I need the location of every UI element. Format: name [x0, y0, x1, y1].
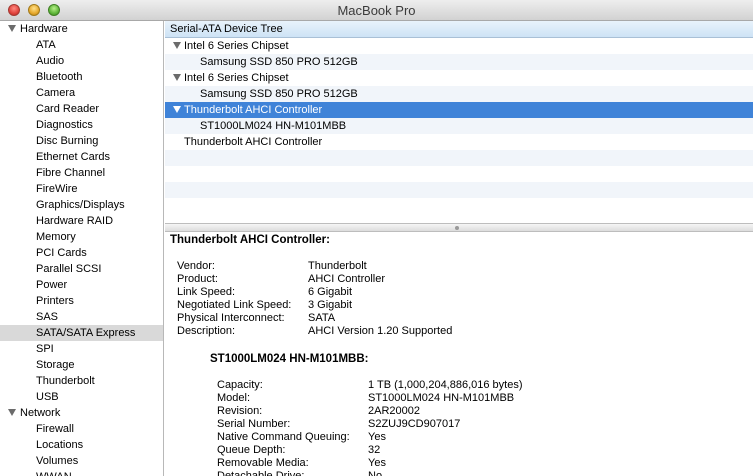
- tree-row-label: Intel 6 Series Chipset: [184, 72, 289, 84]
- sidebar-item-ethernet-cards[interactable]: Ethernet Cards: [0, 149, 163, 165]
- tree-empty-row: [165, 166, 753, 182]
- tree-row[interactable]: Samsung SSD 850 PRO 512GB: [165, 86, 753, 102]
- property-value: AHCI Controller: [308, 273, 386, 285]
- tree-empty-row: [165, 150, 753, 166]
- sidebar-item-diagnostics[interactable]: Diagnostics: [0, 117, 163, 133]
- sidebar-group-network[interactable]: Network: [0, 405, 163, 421]
- sidebar-item-camera[interactable]: Camera: [0, 85, 163, 101]
- property-value: 6 Gigabit: [308, 286, 353, 298]
- tree-row[interactable]: Thunderbolt AHCI Controller: [165, 134, 753, 150]
- property-value: AHCI Version 1.20 Supported: [308, 325, 453, 337]
- sidebar-item-hardware-raid[interactable]: Hardware RAID: [0, 213, 163, 229]
- title-bar: MacBook Pro: [0, 0, 753, 21]
- tree-row[interactable]: Intel 6 Series Chipset: [165, 70, 753, 86]
- sidebar-item-card-reader[interactable]: Card Reader: [0, 101, 163, 117]
- sidebar-item-volumes[interactable]: Volumes: [0, 453, 163, 469]
- window-title: MacBook Pro: [337, 3, 416, 18]
- sidebar-item-graphics-displays[interactable]: Graphics/Displays: [0, 197, 163, 213]
- tree-row-label: Thunderbolt AHCI Controller: [184, 136, 323, 148]
- sidebar-item-sas[interactable]: SAS: [0, 309, 163, 325]
- device-tree[interactable]: Intel 6 Series Chipset Samsung SSD 850 PR…: [165, 38, 753, 223]
- main-pane: Serial-ATA Device Tree Intel 6 Series Ch…: [165, 21, 753, 476]
- property-key: Capacity:: [217, 379, 263, 391]
- property-value: Thunderbolt: [308, 260, 367, 272]
- property-key: Queue Depth:: [217, 444, 286, 456]
- sidebar-item-thunderbolt[interactable]: Thunderbolt: [0, 373, 163, 389]
- disclosure-triangle-icon[interactable]: [173, 74, 181, 81]
- sidebar-item-storage[interactable]: Storage: [0, 357, 163, 373]
- sidebar-group-hardware[interactable]: Hardware: [0, 21, 163, 37]
- sidebar-group-label: Hardware: [20, 23, 68, 35]
- property-value: 1 TB (1,000,204,886,016 bytes): [368, 379, 523, 391]
- property-key: Vendor:: [177, 260, 215, 272]
- detail-pane: Thunderbolt AHCI Controller: Vendor: Thun…: [165, 232, 753, 476]
- sidebar-item-audio[interactable]: Audio: [0, 53, 163, 69]
- property-key: Physical Interconnect:: [177, 312, 285, 324]
- property-value: Yes: [368, 457, 386, 469]
- sidebar-item-ata[interactable]: ATA: [0, 37, 163, 53]
- property-value: SATA: [308, 312, 336, 324]
- disclosure-triangle-icon[interactable]: [173, 106, 181, 113]
- sidebar-item-firewire[interactable]: FireWire: [0, 181, 163, 197]
- tree-column-header[interactable]: Serial-ATA Device Tree: [165, 21, 753, 38]
- sidebar-item-bluetooth[interactable]: Bluetooth: [0, 69, 163, 85]
- property-key: Link Speed:: [177, 286, 236, 298]
- detail-title: Thunderbolt AHCI Controller:: [170, 234, 330, 246]
- property-key: Detachable Drive:: [217, 470, 305, 476]
- sidebar-item-memory[interactable]: Memory: [0, 229, 163, 245]
- disclosure-triangle-icon[interactable]: [173, 42, 181, 49]
- sidebar-item-fibre-channel[interactable]: Fibre Channel: [0, 165, 163, 181]
- sidebar-item-power[interactable]: Power: [0, 277, 163, 293]
- property-key: Native Command Queuing:: [217, 431, 350, 443]
- property-value: 32: [368, 444, 381, 456]
- property-key: Model:: [217, 392, 251, 404]
- sidebar-item-spi[interactable]: SPI: [0, 341, 163, 357]
- sidebar[interactable]: Hardware ATA Audio Bluetooth Camera Card Read…: [0, 21, 164, 476]
- tree-empty-row: [165, 182, 753, 198]
- tree-row-label: Thunderbolt AHCI Controller: [184, 104, 323, 116]
- pane-splitter[interactable]: [165, 223, 753, 232]
- property-key: Description:: [177, 325, 236, 337]
- sidebar-item-printers[interactable]: Printers: [0, 293, 163, 309]
- property-key: Serial Number:: [217, 418, 291, 430]
- sidebar-item-locations[interactable]: Locations: [0, 437, 163, 453]
- sidebar-item-sata-sata-express[interactable]: SATA/SATA Express: [0, 325, 163, 341]
- sidebar-item-pci-cards[interactable]: PCI Cards: [0, 245, 163, 261]
- tree-row-label: Intel 6 Series Chipset: [184, 40, 289, 52]
- sidebar-item-parallel-scsi[interactable]: Parallel SCSI: [0, 261, 163, 277]
- tree-row[interactable]: ST1000LM024 HN-M101MBB: [165, 118, 753, 134]
- property-value: 3 Gigabit: [308, 299, 353, 311]
- sidebar-item-firewall[interactable]: Firewall: [0, 421, 163, 437]
- tree-row[interactable]: Intel 6 Series Chipset: [165, 38, 753, 54]
- sidebar-item-usb[interactable]: USB: [0, 389, 163, 405]
- tree-row[interactable]: Samsung SSD 850 PRO 512GB: [165, 54, 753, 70]
- splitter-grip-icon: [455, 226, 459, 230]
- property-value: ST1000LM024 HN-M101MBB: [368, 392, 515, 404]
- sidebar-item-disc-burning[interactable]: Disc Burning: [0, 133, 163, 149]
- property-key: Product:: [177, 273, 218, 285]
- sidebar-item-wwan[interactable]: WWAN: [0, 469, 163, 476]
- property-key: Negotiated Link Speed:: [177, 299, 292, 311]
- property-value: No: [368, 470, 383, 476]
- property-key: Removable Media:: [217, 457, 309, 469]
- tree-empty-row: [165, 198, 753, 214]
- disclosure-triangle-icon[interactable]: [8, 409, 16, 416]
- disclosure-triangle-icon[interactable]: [8, 25, 16, 32]
- property-value: 2AR20002: [368, 405, 420, 417]
- device-title: ST1000LM024 HN-M101MBB:: [210, 353, 369, 365]
- sidebar-group-label: Network: [20, 407, 61, 419]
- property-key: Revision:: [217, 405, 263, 417]
- property-value: S2ZUJ9CD907017: [368, 418, 461, 430]
- tree-row[interactable]: Thunderbolt AHCI Controller: [165, 102, 753, 118]
- property-value: Yes: [368, 431, 386, 443]
- tree-row-label: ST1000LM024 HN-M101MBB: [200, 120, 347, 132]
- tree-row-label: Samsung SSD 850 PRO 512GB: [200, 56, 358, 68]
- tree-row-label: Samsung SSD 850 PRO 512GB: [200, 88, 358, 100]
